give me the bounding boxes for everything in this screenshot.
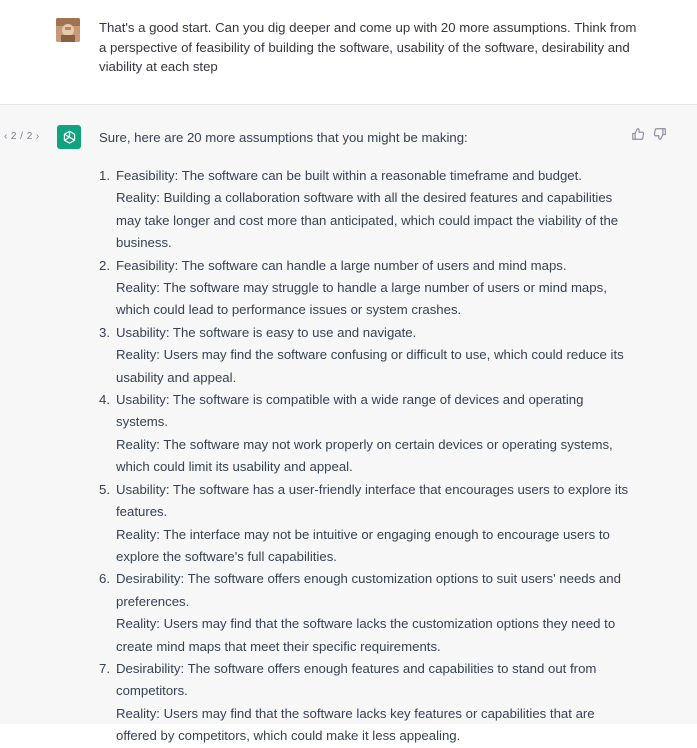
response-pager: ‹ 2 / 2 ›	[4, 131, 40, 142]
reality-text: Reality: The software may struggle to ha…	[116, 280, 607, 318]
reality-text: Reality: Building a collaboration softwa…	[116, 190, 619, 251]
pager-label: 2 / 2	[10, 131, 33, 142]
reality-text: Reality: Users may find that the softwar…	[116, 616, 616, 654]
list-item: 4. Usability: The software is compatible…	[99, 389, 629, 479]
user-message-text: That's a good start. Can you dig deeper …	[99, 20, 637, 75]
assumption-text: Desirability: The software offers enough…	[116, 571, 621, 609]
list-item: 6. Desirability: The software offers eno…	[99, 568, 629, 658]
user-message: That's a good start. Can you dig deeper …	[0, 0, 697, 105]
assumption-text: Desirability: The software offers enough…	[116, 660, 597, 699]
chatgpt-logo-icon	[57, 125, 81, 149]
list-item: 7. Desirability: The software offers eno…	[99, 658, 629, 748]
assumption-text: Usability: The software has a user-frien…	[116, 481, 629, 520]
list-item: 1. Feasibility: The software can be buil…	[99, 165, 629, 255]
assumption-text: Feasibility: The software can handle a l…	[116, 257, 567, 273]
pager-prev-button[interactable]: ‹	[4, 131, 8, 142]
reality-text: Reality: The software may not work prope…	[116, 436, 613, 475]
reality-text: Reality: Users may find the software con…	[116, 347, 624, 385]
assistant-intro: Sure, here are 20 more assumptions that …	[99, 130, 468, 145]
list-item: 2. Feasibility: The software can handle …	[99, 255, 629, 322]
list-item: 3. Usability: The software is easy to us…	[99, 322, 629, 389]
reality-text: Reality: Users may find that the softwar…	[116, 705, 595, 744]
pager-next-button[interactable]: ›	[36, 131, 40, 142]
user-avatar	[56, 18, 80, 42]
assumptions-list: 1. Feasibility: The software can be buil…	[99, 165, 629, 748]
reality-text: Reality: The interface may not be intuit…	[116, 526, 610, 564]
assumption-text: Usability: The software is compatible wi…	[116, 392, 584, 430]
thumbs-up-icon[interactable]	[631, 127, 645, 141]
assumption-text: Feasibility: The software can be built w…	[116, 168, 582, 183]
list-item: 5. Usability: The software has a user-fr…	[99, 479, 629, 569]
thumbs-down-icon[interactable]	[653, 127, 667, 141]
assumption-text: Usability: The software is easy to use a…	[116, 324, 417, 340]
